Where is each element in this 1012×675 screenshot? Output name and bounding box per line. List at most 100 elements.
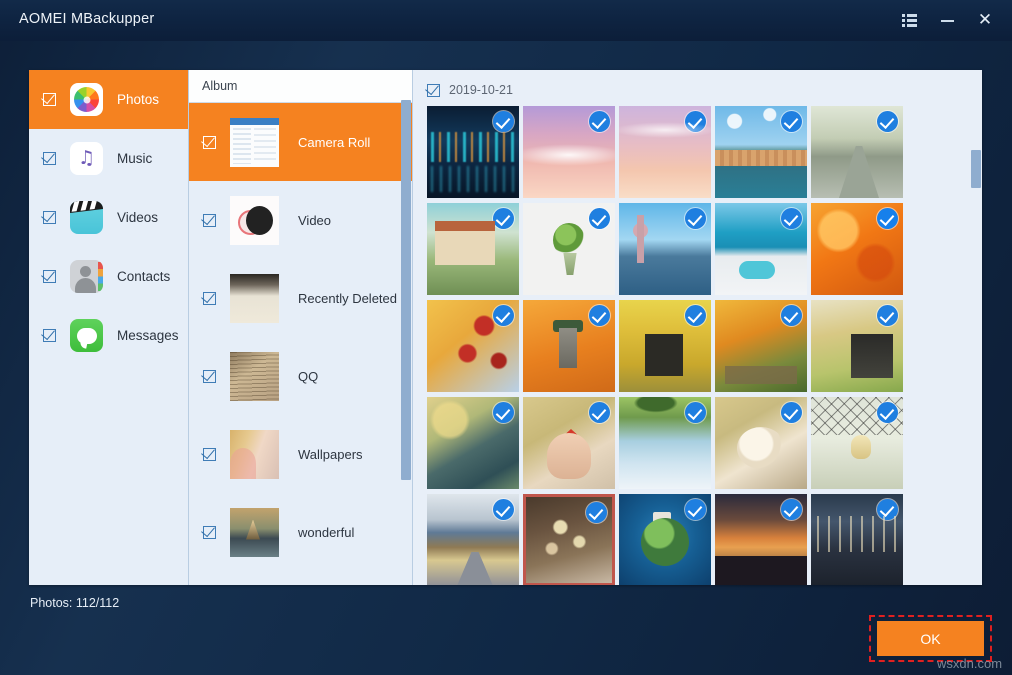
photo-thumbnail[interactable] xyxy=(715,397,807,489)
sidebar-item-messages[interactable]: Messages xyxy=(29,306,188,365)
photo-thumbnail[interactable] xyxy=(427,106,519,198)
sidebar-item-videos[interactable]: Videos xyxy=(29,188,188,247)
photo-thumbnail[interactable] xyxy=(427,203,519,295)
photo-selected-icon[interactable] xyxy=(877,499,898,520)
photo-thumbnail[interactable] xyxy=(811,203,903,295)
album-list[interactable]: Camera Roll Video Recently Deleted QQ xyxy=(189,103,412,585)
ok-button[interactable]: OK xyxy=(877,621,984,656)
wonderful-checkbox[interactable] xyxy=(203,526,216,539)
album-thumbnail xyxy=(230,274,279,323)
photo-selected-icon[interactable] xyxy=(877,305,898,326)
minimize-button[interactable] xyxy=(928,5,966,37)
photo-thumbnail[interactable] xyxy=(619,494,711,585)
photos-checkbox[interactable] xyxy=(43,93,56,106)
content-panels: Photos ♫ Music Videos Contacts xyxy=(29,70,982,585)
minimize-icon xyxy=(941,20,954,22)
photo-selected-icon[interactable] xyxy=(781,208,802,229)
album-item-video[interactable]: Video xyxy=(189,181,412,259)
photo-thumbnail[interactable] xyxy=(619,300,711,392)
photo-thumbnail[interactable] xyxy=(811,106,903,198)
messages-checkbox[interactable] xyxy=(43,329,56,342)
photo-selected-icon[interactable] xyxy=(589,402,610,423)
photo-selected-icon[interactable] xyxy=(493,208,514,229)
photo-thumbnail[interactable] xyxy=(523,494,615,585)
photo-selected-icon[interactable] xyxy=(685,305,706,326)
close-button[interactable]: ✕ xyxy=(966,5,1004,37)
photo-selected-icon[interactable] xyxy=(589,111,610,132)
photo-selected-icon[interactable] xyxy=(493,402,514,423)
photo-selected-icon[interactable] xyxy=(685,402,706,423)
photo-selected-icon[interactable] xyxy=(781,402,802,423)
album-label: Video xyxy=(298,213,331,228)
photo-thumbnail[interactable] xyxy=(523,203,615,295)
photo-thumbnail[interactable] xyxy=(619,106,711,198)
album-label: Camera Roll xyxy=(298,135,370,150)
album-item-recently-deleted[interactable]: Recently Deleted xyxy=(189,259,412,337)
album-scrollbar[interactable] xyxy=(401,70,411,585)
photo-selected-icon[interactable] xyxy=(589,305,610,326)
album-item-wonderful[interactable]: wonderful xyxy=(189,493,412,571)
photo-selected-icon[interactable] xyxy=(685,499,706,520)
photo-selected-icon[interactable] xyxy=(781,305,802,326)
photo-thumbnail[interactable] xyxy=(523,300,615,392)
wallpapers-checkbox[interactable] xyxy=(203,448,216,461)
photo-thumbnail[interactable] xyxy=(715,203,807,295)
photo-selected-icon[interactable] xyxy=(781,111,802,132)
photo-selected-icon[interactable] xyxy=(493,111,514,132)
album-item-partial[interactable] xyxy=(189,571,412,585)
photo-selected-icon[interactable] xyxy=(586,502,607,523)
photo-selected-icon[interactable] xyxy=(685,208,706,229)
recently-deleted-checkbox[interactable] xyxy=(203,292,216,305)
photo-thumbnail[interactable] xyxy=(811,397,903,489)
photo-thumbnail[interactable] xyxy=(715,300,807,392)
album-thumbnail xyxy=(230,352,279,401)
category-sidebar: Photos ♫ Music Videos Contacts xyxy=(29,70,189,585)
videos-checkbox[interactable] xyxy=(43,211,56,224)
music-icon: ♫ xyxy=(70,142,103,175)
sidebar-item-contacts[interactable]: Contacts xyxy=(29,247,188,306)
app-title: AOMEI MBackupper xyxy=(19,11,154,27)
photo-selected-icon[interactable] xyxy=(589,208,610,229)
contacts-checkbox[interactable] xyxy=(43,270,56,283)
photo-thumbnail[interactable] xyxy=(523,397,615,489)
album-header: Album xyxy=(189,70,412,103)
photo-selected-icon[interactable] xyxy=(877,402,898,423)
sidebar-label-contacts: Contacts xyxy=(117,269,170,284)
photo-selected-icon[interactable] xyxy=(781,499,802,520)
album-item-qq[interactable]: QQ xyxy=(189,337,412,415)
sidebar-item-music[interactable]: ♫ Music xyxy=(29,129,188,188)
camera-roll-checkbox[interactable] xyxy=(203,136,216,149)
photo-grid-scrollbar[interactable] xyxy=(971,70,981,585)
photo-count-status: Photos: 112/112 xyxy=(30,596,119,610)
photo-thumbnail[interactable]: 2015 xyxy=(715,494,807,585)
photo-thumbnail[interactable] xyxy=(619,203,711,295)
album-scrollbar-thumb[interactable] xyxy=(401,100,411,480)
album-item-camera-roll[interactable]: Camera Roll xyxy=(189,103,412,181)
qq-checkbox[interactable] xyxy=(203,370,216,383)
photo-selected-icon[interactable] xyxy=(493,499,514,520)
sidebar-item-photos[interactable]: Photos xyxy=(29,70,188,129)
album-item-wallpapers[interactable]: Wallpapers xyxy=(189,415,412,493)
photo-thumbnail[interactable] xyxy=(715,106,807,198)
photo-thumbnail[interactable] xyxy=(427,397,519,489)
photo-grid-scrollbar-thumb[interactable] xyxy=(971,150,981,188)
photo-thumbnail[interactable] xyxy=(427,494,519,585)
photo-thumbnail[interactable] xyxy=(811,300,903,392)
photo-grid-panel: 2019-10-21 xyxy=(413,70,982,585)
music-checkbox[interactable] xyxy=(43,152,56,165)
photo-thumbnail[interactable] xyxy=(619,397,711,489)
photo-grid-scroll[interactable]: 2015 xyxy=(413,106,982,585)
photo-thumbnail[interactable] xyxy=(523,106,615,198)
sidebar-label-messages: Messages xyxy=(117,328,179,343)
photo-selected-icon[interactable] xyxy=(493,305,514,326)
sidebar-label-music: Music xyxy=(117,151,152,166)
photo-thumbnail[interactable] xyxy=(811,494,903,585)
photo-selected-icon[interactable] xyxy=(877,208,898,229)
video-checkbox[interactable] xyxy=(203,214,216,227)
photo-thumbnail[interactable] xyxy=(427,300,519,392)
menu-icon[interactable] xyxy=(890,5,928,37)
photo-selected-icon[interactable] xyxy=(685,111,706,132)
title-bar: AOMEI MBackupper ✕ xyxy=(0,0,1012,41)
date-select-all-checkbox[interactable] xyxy=(427,84,440,97)
photo-selected-icon[interactable] xyxy=(877,111,898,132)
